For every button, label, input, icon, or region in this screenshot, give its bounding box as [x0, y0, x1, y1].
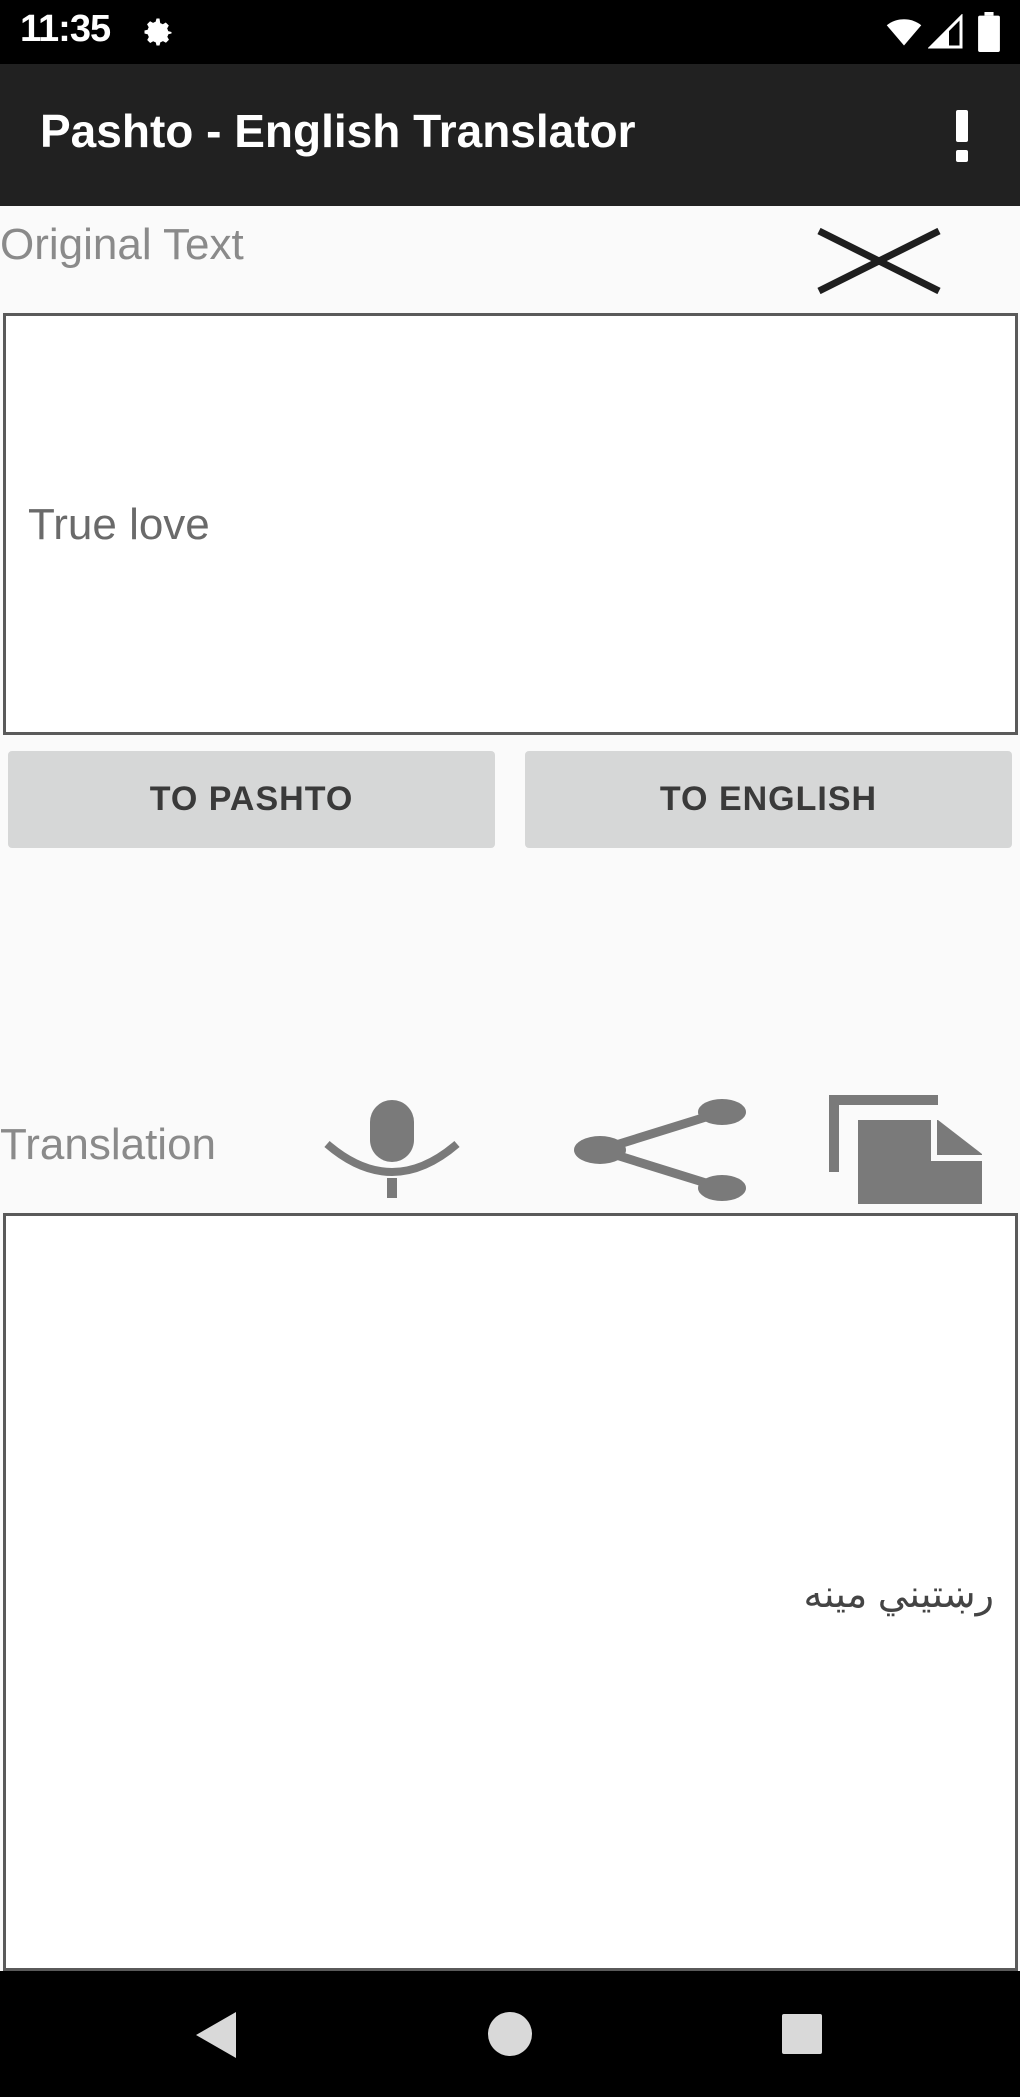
copy-icon[interactable]	[826, 1092, 988, 1208]
translation-text-value: رښتيني مينه	[803, 1574, 994, 1616]
status-time: 11:35	[20, 8, 111, 50]
to-pashto-button[interactable]: TO PASHTO	[8, 751, 495, 848]
close-icon[interactable]	[814, 226, 944, 296]
back-icon[interactable]	[192, 2010, 240, 2060]
original-text-value: True love	[28, 500, 210, 549]
battery-icon	[978, 12, 1000, 52]
translation-label: Translation	[0, 1120, 217, 1169]
to-english-button[interactable]: TO ENGLISH	[525, 751, 1012, 848]
settings-icon	[144, 18, 172, 46]
home-icon[interactable]	[486, 2010, 534, 2058]
recents-icon[interactable]	[780, 2012, 824, 2056]
original-text-label: Original Text	[0, 220, 244, 269]
signal-icon	[928, 14, 963, 49]
share-icon[interactable]	[572, 1096, 748, 1204]
overflow-menu-icon[interactable]	[944, 106, 980, 166]
microphone-icon[interactable]	[322, 1096, 462, 1200]
app-title: Pashto - English Translator	[40, 105, 636, 157]
wifi-icon	[886, 19, 922, 46]
